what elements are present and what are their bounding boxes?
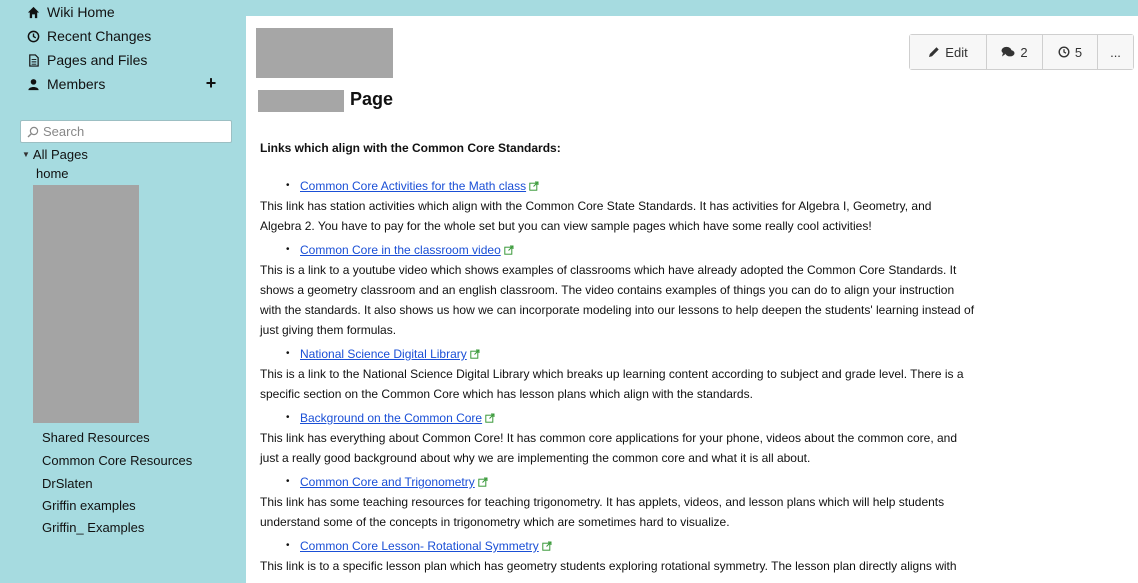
link-item: • Common Core and Trigonometry — [260, 472, 1120, 492]
link-item: • Common Core Lesson- Rotational Symmetry — [260, 536, 1120, 556]
tree-item-home[interactable]: home — [36, 166, 69, 181]
add-page-button[interactable]: + — [204, 74, 218, 92]
nav-wiki-home[interactable]: Wiki Home — [26, 2, 115, 22]
history-button[interactable]: 5 — [1043, 35, 1098, 69]
link-description: This link has everything about Common Co… — [260, 431, 958, 445]
clock-icon — [1058, 46, 1070, 58]
pencil-icon — [929, 47, 939, 57]
link-description: This link has some teaching resources fo… — [260, 495, 945, 509]
external-link-icon — [478, 477, 488, 487]
file-icon — [26, 53, 40, 67]
link-description: understand some of the concepts in trigo… — [260, 515, 730, 529]
external-link-icon — [470, 349, 480, 359]
link-item: • Common Core Activities for the Math cla… — [260, 176, 1120, 196]
clock-icon — [26, 29, 40, 43]
tree-item[interactable]: Common Core Resources — [42, 453, 192, 468]
external-link-icon — [542, 541, 552, 551]
edit-button[interactable]: Edit — [910, 35, 987, 69]
resource-link[interactable]: Common Core and Trigonometry — [300, 472, 475, 492]
link-description: shows a geometry classroom and an englis… — [260, 283, 955, 297]
tree-item[interactable]: DrSlaten — [42, 476, 93, 491]
comments-icon — [1001, 46, 1015, 57]
external-link-icon — [529, 181, 539, 191]
link-item: • National Science Digital Library — [260, 344, 1120, 364]
external-link-icon — [504, 245, 514, 255]
search-box[interactable] — [20, 120, 232, 143]
link-entries: • Common Core Activities for the Math cla… — [260, 176, 1120, 576]
bullet: • — [286, 476, 290, 487]
nav-members[interactable]: Members — [26, 74, 105, 94]
content-heading: Links which align with the Common Core S… — [260, 141, 561, 155]
link-description: just a really good background about why … — [260, 451, 811, 465]
history-count: 5 — [1074, 44, 1083, 60]
more-button[interactable]: ... — [1098, 35, 1133, 69]
link-description: specific section on the Common Core whic… — [260, 387, 753, 401]
redacted-block — [33, 185, 139, 423]
edit-label: Edit — [945, 44, 968, 60]
page-body: Links which align with the Common Core S… — [260, 138, 1120, 576]
bullet: • — [286, 540, 290, 551]
nav-label: Wiki Home — [47, 4, 115, 20]
tree-all-pages[interactable]: ▼ All Pages — [22, 147, 88, 162]
nav-recent-changes[interactable]: Recent Changes — [26, 26, 151, 46]
external-link-icon — [485, 413, 495, 423]
resource-link[interactable]: Background on the Common Core — [300, 408, 482, 428]
bullet: • — [286, 412, 290, 423]
link-description: This link is to a specific lesson plan w… — [260, 559, 957, 573]
sidebar: Wiki Home Recent Changes Pages and Files… — [0, 0, 244, 583]
link-description: with the standards. It also shows us how… — [260, 303, 975, 317]
resource-link[interactable]: National Science Digital Library — [300, 344, 467, 364]
resource-link[interactable]: Common Core Lesson- Rotational Symmetry — [300, 536, 539, 556]
search-icon — [27, 126, 39, 137]
tree-item[interactable]: Shared Resources — [42, 430, 150, 445]
bullet: • — [286, 180, 290, 191]
caret-down-icon: ▼ — [22, 150, 30, 159]
main-content: Page Edit 2 5 ... Links which align with… — [246, 16, 1138, 583]
bullet: • — [286, 348, 290, 359]
link-description: Algebra 2. You have to pay for the whole… — [260, 219, 872, 233]
redacted-logo — [256, 28, 393, 78]
page-actions: Edit 2 5 ... — [909, 34, 1134, 70]
nav-label: Pages and Files — [47, 52, 148, 68]
link-item: • Common Core in the classroom video — [260, 240, 1120, 260]
search-input[interactable] — [43, 124, 223, 139]
link-item: • Background on the Common Core — [260, 408, 1120, 428]
tree-root-label: All Pages — [32, 147, 88, 162]
nav-pages-and-files[interactable]: Pages and Files — [26, 50, 147, 70]
nav-label: Recent Changes — [47, 28, 152, 44]
home-icon — [26, 5, 40, 19]
link-description: This is a link to a youtube video which … — [260, 263, 957, 277]
comments-count: 2 — [1020, 44, 1028, 60]
link-description: This link has station activities which a… — [260, 199, 932, 213]
user-icon — [26, 77, 40, 91]
resource-link[interactable]: Common Core Activities for the Math clas… — [300, 176, 526, 196]
tree-item[interactable]: Griffin_ Examples — [42, 520, 144, 535]
resource-link[interactable]: Common Core in the classroom video — [300, 240, 501, 260]
nav-label: Members — [47, 76, 106, 92]
link-description: This is a link to the National Science D… — [260, 367, 964, 381]
page-title: Page — [350, 89, 394, 109]
comments-button[interactable]: 2 — [987, 35, 1043, 69]
redacted-title-part — [258, 90, 344, 112]
link-description: just giving them formulas. — [260, 323, 397, 337]
tree-item[interactable]: Griffin examples — [42, 498, 136, 513]
bullet: • — [286, 244, 290, 255]
